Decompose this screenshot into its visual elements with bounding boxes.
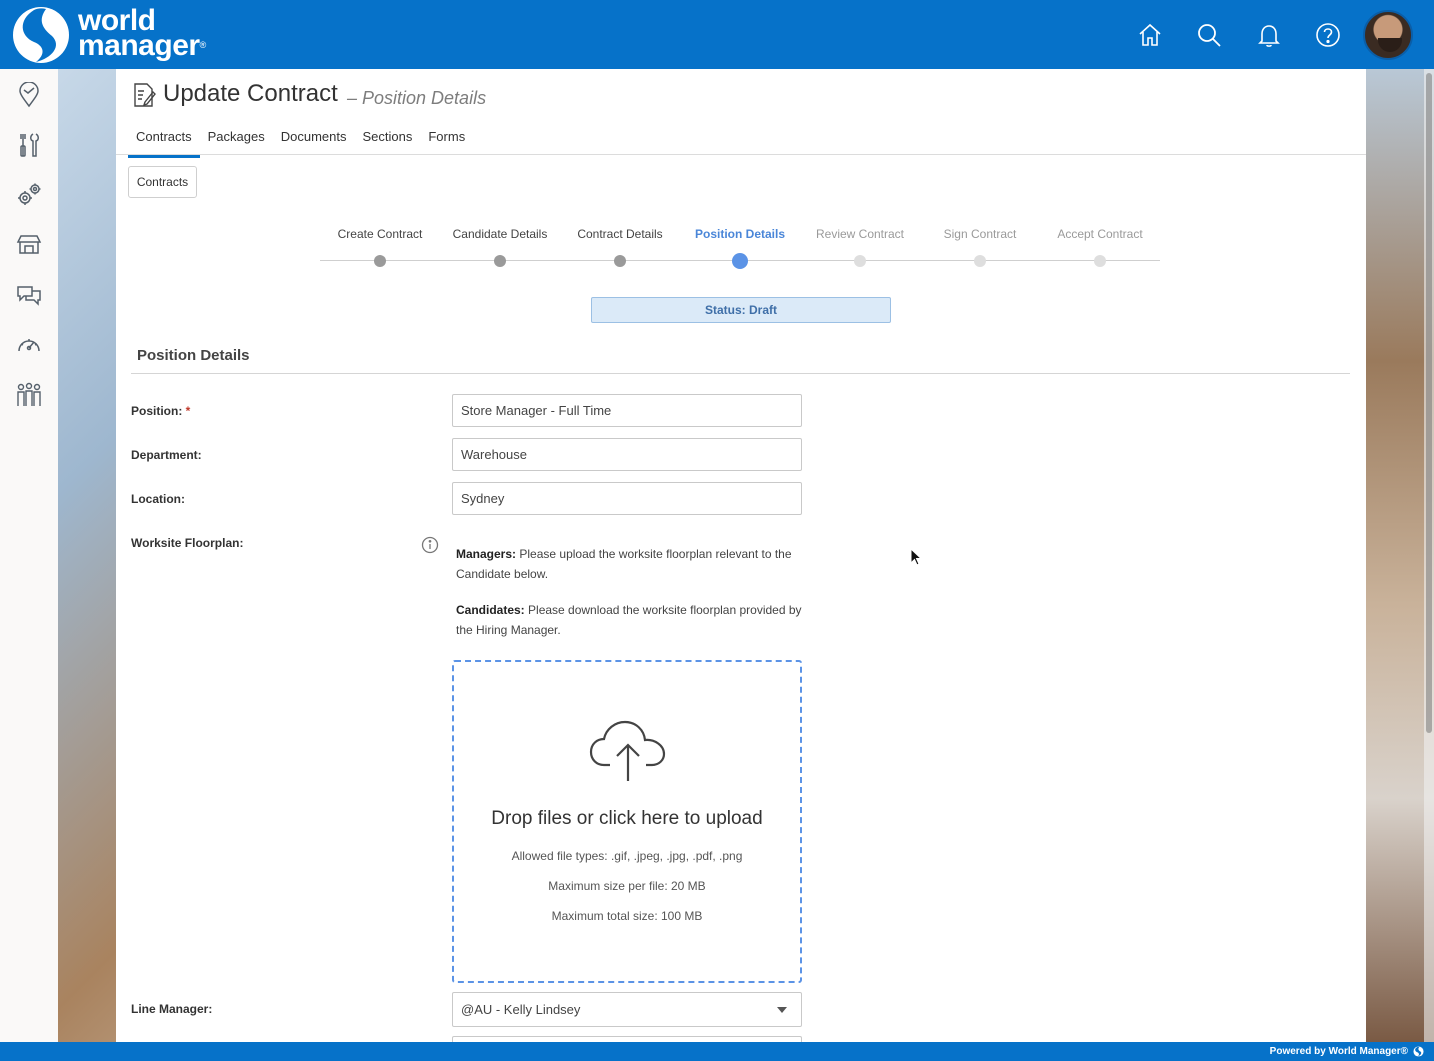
home-icon[interactable] [1133, 18, 1167, 52]
main-panel: Update Contract – Position Details Contr… [116, 69, 1366, 1046]
info-icon[interactable] [421, 536, 439, 554]
step-label: Sign Contract [943, 227, 1017, 241]
status-badge: Status: Draft [591, 297, 891, 323]
map-pin-icon[interactable] [14, 80, 44, 110]
powered-by-text: Powered by World Manager® [1269, 1046, 1408, 1057]
page-header: Update Contract – Position Details Contr… [116, 69, 1366, 158]
step-contract-details[interactable]: Contract Details [560, 227, 680, 267]
line-manager-select[interactable]: @AU - Kelly Lindsey [452, 992, 802, 1027]
mouse-cursor-icon [910, 548, 922, 566]
world-manager-small-logo [1413, 1046, 1424, 1057]
step-candidate-details[interactable]: Candidate Details [440, 227, 560, 267]
scrollbar-thumb[interactable] [1426, 73, 1432, 733]
chat-icon[interactable] [14, 280, 44, 310]
worksite-floorplan-label: Worksite Floorplan: [131, 536, 244, 550]
side-nav: » [0, 69, 58, 1042]
required-marker: * [185, 404, 191, 418]
step-create-contract[interactable]: Create Contract [320, 227, 440, 267]
file-upload-dropzone[interactable]: Drop files or click here to upload Allow… [452, 660, 802, 983]
department-label: Department: [131, 448, 202, 462]
position-field[interactable]: Store Manager - Full Time [452, 394, 802, 427]
location-label: Location: [131, 492, 185, 506]
step-dot [974, 255, 986, 267]
line-manager-label: Line Manager: [131, 1002, 213, 1016]
tab-forms[interactable]: Forms [420, 127, 473, 158]
store-icon[interactable] [14, 230, 44, 260]
step-sign-contract[interactable]: Sign Contract [920, 227, 1040, 267]
document-edit-icon [134, 83, 156, 107]
world-manager-logo[interactable]: world manager® [12, 6, 232, 64]
step-label: Position Details [694, 227, 786, 241]
step-label: Contract Details [577, 227, 663, 241]
world-manager-logo-text: world manager® [78, 4, 206, 62]
page-subtitle: – Position Details [347, 88, 487, 108]
step-dot [1094, 255, 1106, 267]
step-dot [854, 255, 866, 267]
location-field[interactable]: Sydney [452, 482, 802, 515]
step-position-details[interactable]: Position Details [680, 227, 800, 269]
position-label: Position: * [131, 404, 191, 418]
step-dot [732, 253, 748, 269]
top-bar: world manager® [0, 0, 1434, 69]
tab-sections[interactable]: Sections [354, 127, 420, 158]
footer-bar: Powered by World Manager® [0, 1042, 1434, 1061]
step-label: Create Contract [337, 227, 423, 241]
user-avatar[interactable] [1363, 10, 1413, 60]
section-title: Position Details [137, 347, 250, 364]
step-label: Candidate Details [452, 227, 548, 241]
step-dot [614, 255, 626, 267]
chevron-down-icon [777, 1007, 787, 1013]
tools-icon[interactable] [14, 130, 44, 160]
step-review-contract[interactable]: Review Contract [800, 227, 920, 267]
department-field[interactable]: Warehouse [452, 438, 802, 471]
contracts-back-button[interactable]: Contracts [128, 166, 197, 198]
people-icon[interactable] [14, 380, 44, 410]
tab-bar: Contracts Packages Documents Sections Fo… [128, 127, 473, 158]
tab-documents[interactable]: Documents [273, 127, 355, 158]
allowed-file-types: Allowed file types: .gif, .jpeg, .jpg, .… [511, 849, 743, 863]
section-divider [131, 373, 1350, 374]
search-icon[interactable] [1192, 18, 1226, 52]
cloud-upload-icon [589, 720, 666, 781]
upload-title: Drop files or click here to upload [491, 808, 763, 829]
max-file-size: Maximum size per file: 20 MB [548, 879, 706, 893]
step-label: Accept Contract [1057, 227, 1143, 241]
speedometer-icon[interactable] [14, 330, 44, 360]
managers-help-text: Managers: Please upload the worksite flo… [456, 547, 792, 581]
progress-stepper: Create Contract Candidate Details Contra… [320, 227, 1160, 277]
line-manager-value: @AU - Kelly Lindsey [461, 1002, 581, 1017]
world-manager-logo-mark [13, 7, 69, 63]
max-total-size: Maximum total size: 100 MB [551, 909, 703, 923]
page-title: Update Contract [163, 80, 338, 107]
step-dot [494, 255, 506, 267]
step-accept-contract[interactable]: Accept Contract [1040, 227, 1160, 267]
candidates-help-text: Candidates: Please download the worksite… [456, 603, 802, 637]
gears-icon[interactable] [14, 180, 44, 210]
tab-contracts[interactable]: Contracts [128, 127, 200, 158]
tab-packages[interactable]: Packages [200, 127, 273, 158]
step-dot [374, 255, 386, 267]
step-label: Review Contract [815, 227, 905, 241]
help-icon[interactable] [1311, 18, 1345, 52]
bell-icon[interactable] [1252, 18, 1286, 52]
page-scrollbar[interactable] [1424, 69, 1434, 1042]
